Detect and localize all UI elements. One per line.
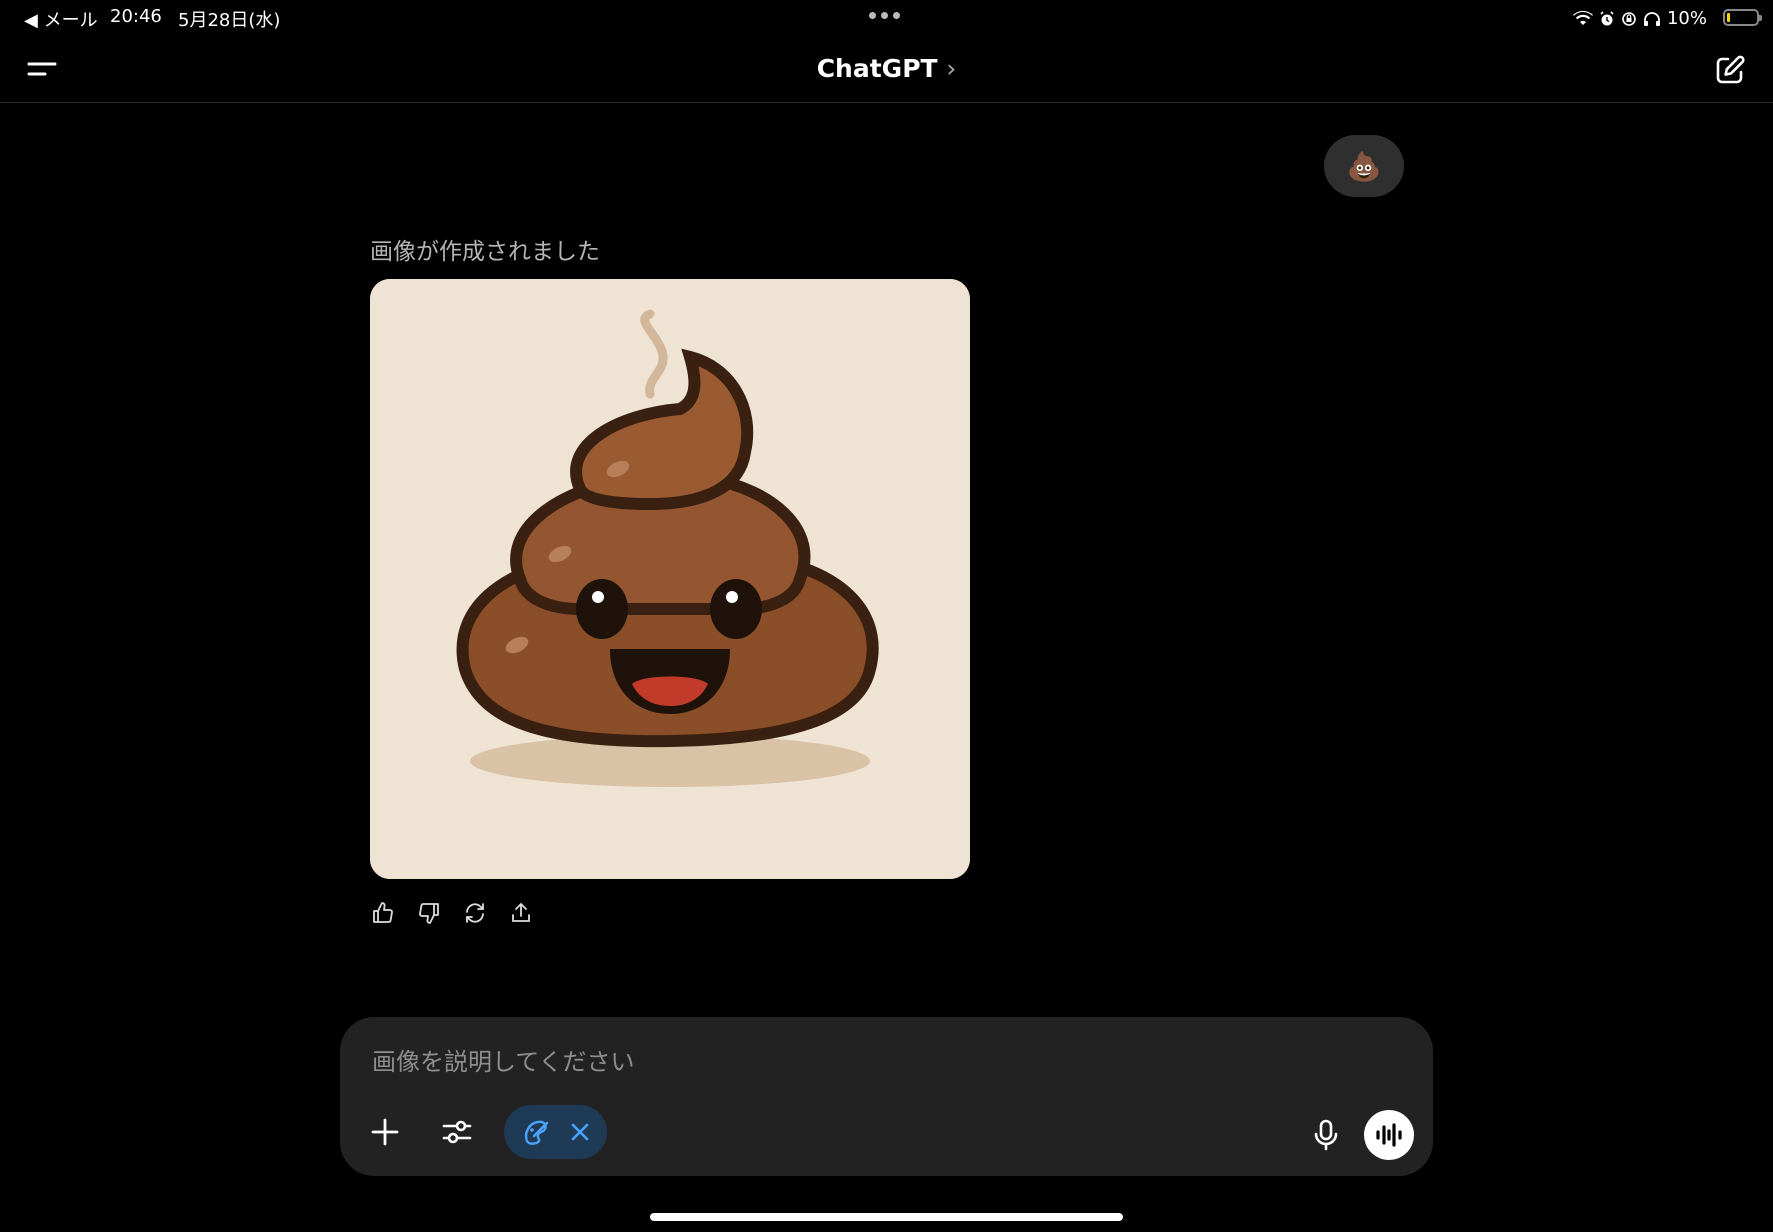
status-date: 5月28日(水): [178, 10, 281, 31]
user-message-bubble: 💩: [1324, 135, 1404, 197]
remove-tool-icon[interactable]: [569, 1121, 591, 1143]
generated-image[interactable]: [370, 279, 970, 879]
thumbs-down-icon: [419, 903, 439, 924]
top-navigation-bar: ChatGPT ›: [0, 36, 1773, 103]
multitasking-dots-icon[interactable]: [869, 12, 900, 19]
battery-icon: [1723, 9, 1762, 26]
wifi-icon: [1572, 10, 1593, 25]
user-message-text: 💩: [1346, 149, 1382, 183]
plus-icon: [371, 1118, 399, 1146]
message-composer: [340, 1017, 1433, 1176]
regenerate-button[interactable]: [462, 900, 488, 926]
model-selector[interactable]: ChatGPT ›: [0, 54, 1773, 83]
voice-mode-button[interactable]: [1364, 1110, 1414, 1160]
chevron-right-icon: ›: [946, 54, 957, 83]
status-bar: ◀ メール 20:46 5月28日(水) 10%: [0, 0, 1773, 36]
poop-illustration: [370, 279, 970, 879]
headphones-icon: [1643, 11, 1660, 26]
assistant-caption: 画像が作成されました: [370, 239, 600, 265]
orientation-lock-icon: [1622, 11, 1636, 26]
sliders-icon: [442, 1120, 472, 1144]
share-icon: [512, 903, 530, 922]
message-actions: [370, 900, 534, 926]
battery-percentage: 10%: [1666, 8, 1707, 29]
thumbs-up-button[interactable]: [370, 900, 396, 926]
compose-icon: [1716, 55, 1745, 84]
dictation-button[interactable]: [1306, 1115, 1346, 1155]
image-tool-chip[interactable]: [504, 1105, 607, 1159]
thumbs-down-button[interactable]: [416, 900, 442, 926]
add-attachment-button[interactable]: [368, 1115, 402, 1149]
image-creation-icon: [525, 1120, 549, 1145]
microphone-icon: [1314, 1119, 1338, 1151]
home-indicator[interactable]: [650, 1213, 1123, 1221]
prompt-input[interactable]: [370, 1039, 1374, 1085]
status-icons: 10%: [1572, 8, 1707, 29]
page-title: ChatGPT: [816, 54, 938, 83]
new-chat-button[interactable]: [1714, 54, 1746, 90]
back-to-mail-link[interactable]: ◀ メール: [24, 6, 98, 32]
voice-waveform-icon: [1376, 1123, 1402, 1147]
status-time: 20:46: [110, 6, 162, 27]
tools-button[interactable]: [440, 1115, 474, 1149]
alarm-icon: [1600, 10, 1614, 25]
share-button[interactable]: [508, 900, 534, 926]
thumbs-up-icon: [373, 902, 393, 923]
refresh-icon: [466, 903, 484, 923]
